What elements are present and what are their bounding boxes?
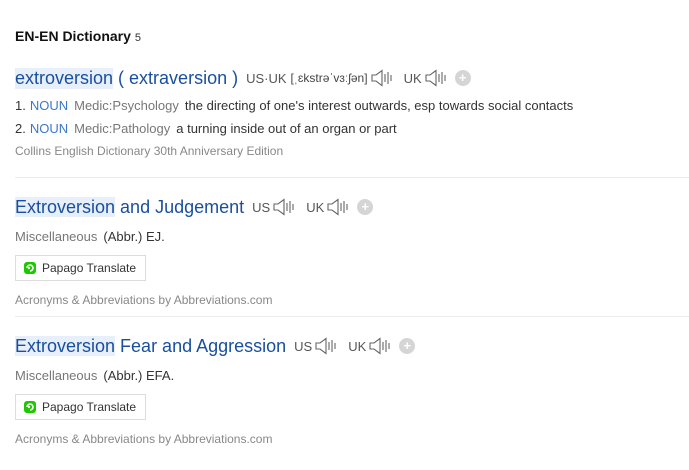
entry-headline: Extroversion Fear and Aggression US UK + [15,334,689,358]
source-link[interactable]: Acronyms & Abbreviations by Abbreviation… [15,293,689,307]
pronunciation: US·UK [ˌɛkstrəˈvɜːʃən] UK [246,69,446,87]
divider [15,177,689,178]
def-number: 2. [15,121,26,136]
entry-headline: extroversion ( extraversion ) US·UK [ˌɛk… [15,66,689,90]
abbreviation-text: (Abbr.) EFA. [103,368,175,383]
part-of-speech: NOUN [29,98,69,113]
speaker-icon[interactable] [272,198,294,216]
headword-rest: and Judgement [115,196,245,217]
part-of-speech: NOUN [29,121,69,136]
definition-item: 2. NOUN Medic:Pathology a turning inside ou… [15,117,689,140]
abbreviation-row: Miscellaneous (Abbr.) EJ. [15,227,689,247]
speaker-icon[interactable] [424,69,446,87]
abbreviation-text: (Abbr.) EJ. [103,229,165,244]
section-title: EN-EN Dictionary 5 [15,28,141,44]
papago-translate-button[interactable]: Papago Translate [15,255,147,281]
def-domain: Medic:Pathology [74,121,171,136]
speaker-icon[interactable] [326,198,348,216]
papago-icon [24,262,36,274]
us-label: US [252,199,271,215]
speaker-icon[interactable] [314,337,336,355]
headword-highlight: Extroversion [15,335,116,356]
category-label: Miscellaneous [15,229,98,244]
papago-icon [24,401,36,413]
add-wordbook-icon[interactable]: + [454,70,471,86]
entry-extroversion-and-judgement: Extroversion and Judgement US UK + Misce… [15,195,689,307]
headword-rest: Fear and Aggression [115,335,287,356]
section-title-label: EN-EN Dictionary [15,28,131,44]
abbreviation-row: Miscellaneous (Abbr.) EFA. [15,366,689,386]
papago-label: Papago Translate [42,261,137,275]
category-label: Miscellaneous [15,368,98,383]
source-link[interactable]: Collins English Dictionary 30th Annivers… [15,144,689,158]
uk-label: UK [306,199,325,215]
headword-link[interactable]: Extroversion Fear and Aggression [15,335,287,357]
source-link[interactable]: Acronyms & Abbreviations by Abbreviation… [15,432,689,446]
pronunciation: US UK [252,198,348,216]
divider [15,316,689,317]
headword-link[interactable]: extroversion [15,67,114,89]
alt-headword-link[interactable]: ( extraversion ) [118,68,238,89]
speaker-icon[interactable] [370,69,392,87]
def-text: the directing of one's interest outwards… [184,98,574,113]
headword-link[interactable]: Extroversion and Judgement [15,196,245,218]
def-text: a turning inside out of an organ or part [176,121,397,136]
pronunciation: US UK [294,337,390,355]
def-number: 1. [15,98,26,113]
uk-label: UK [403,70,422,86]
entry-extroversion-fear-and-aggression: Extroversion Fear and Aggression US UK +… [15,334,689,446]
us-label: US [294,338,313,354]
speaker-icon[interactable] [368,337,390,355]
definition-list: 1. NOUN Medic:Psychology the directing of o… [15,94,689,140]
add-wordbook-icon[interactable]: + [399,338,416,354]
headword-highlight: Extroversion [15,196,116,217]
def-domain: Medic:Psychology [74,98,179,113]
entry-headline: Extroversion and Judgement US UK + [15,195,689,219]
papago-label: Papago Translate [42,400,137,414]
result-count: 5 [134,32,142,44]
definition-item: 1. NOUN Medic:Psychology the directing of o… [15,94,689,117]
add-wordbook-icon[interactable]: + [357,199,374,215]
us-uk-label: US·UK [246,70,287,86]
entry-extroversion: extroversion ( extraversion ) US·UK [ˌɛk… [15,66,689,158]
ipa-text: [ˌɛkstrəˈvɜːʃən] [290,71,368,85]
uk-label: UK [348,338,367,354]
papago-translate-button[interactable]: Papago Translate [15,394,147,420]
